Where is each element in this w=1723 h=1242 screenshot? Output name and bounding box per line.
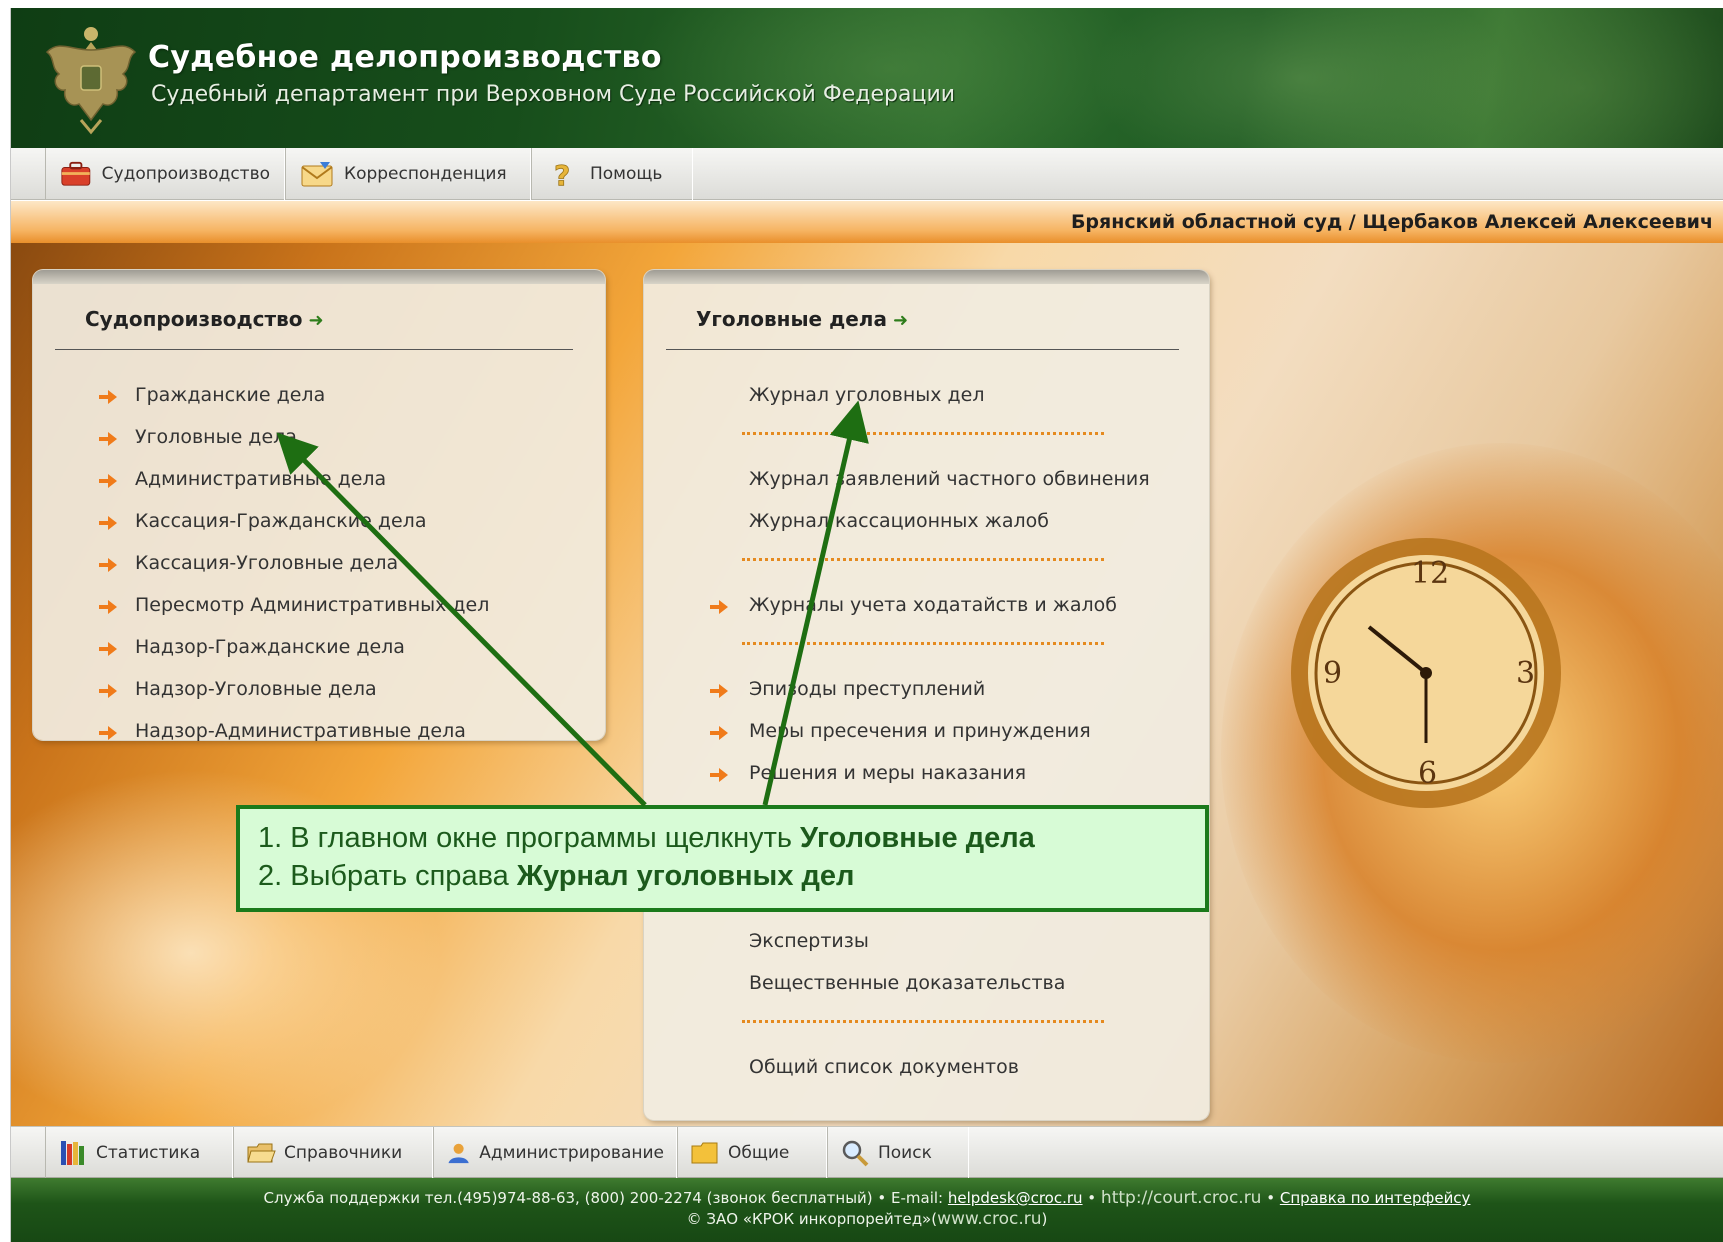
- toolbar-label: Статистика: [96, 1143, 201, 1163]
- arrow-right-icon: ➜: [308, 310, 324, 331]
- app-window: Судебное делопроизводство Судебный депар…: [10, 8, 1723, 1242]
- toolbar-button-references[interactable]: Справочники: [233, 1127, 433, 1179]
- orange-arrow-icon: [99, 684, 117, 698]
- menu-item-petitions-journals[interactable]: Журналы учета ходатайств и жалоб: [749, 594, 1117, 616]
- orange-arrow-icon: [99, 432, 117, 446]
- menu-item-administrative-cases[interactable]: Административные дела: [135, 468, 386, 490]
- menu-item-criminal-cases[interactable]: Уголовные дела: [135, 426, 297, 448]
- menu-item-cassation-criminal[interactable]: Кассация-Уголовные дела: [135, 552, 398, 574]
- site-link[interactable]: http://court.croc.ru: [1101, 1188, 1262, 1208]
- toolbar-button-correspondence[interactable]: Корреспонденция: [285, 148, 531, 200]
- briefcase-icon: [61, 161, 91, 186]
- arrow-right-icon: ➜: [892, 310, 909, 331]
- toolbar-button-statistics[interactable]: Статистика: [45, 1127, 233, 1179]
- interface-help-link[interactable]: Справка по интерфейсу: [1280, 1189, 1471, 1207]
- bottom-toolbar: Статистика Справочники Администрирование…: [11, 1126, 1723, 1179]
- pocket-watch-image: 12 3 6 9: [1291, 538, 1561, 808]
- toolbar-button-help[interactable]: ? Помощь: [531, 148, 693, 200]
- svg-text:6: 6: [1418, 756, 1437, 791]
- menu-item-expertises[interactable]: Экспертизы: [749, 930, 869, 952]
- orange-arrow-icon: [99, 726, 117, 740]
- toolbar-label: Справочники: [284, 1143, 403, 1163]
- main-area: 12 3 6 9 Судопроизводство ➜ Гражданские д…: [11, 243, 1723, 1133]
- footer: Служба поддержки тел.(495)974-88-63, (80…: [11, 1178, 1723, 1242]
- orange-arrow-icon: [99, 516, 117, 530]
- separator: [742, 558, 1104, 561]
- toolbar-label: Судопроизводство: [101, 164, 270, 184]
- orange-arrow-icon: [710, 726, 728, 740]
- instruction-step-2: 2. Выбрать справа Журнал уголовных дел: [258, 860, 855, 892]
- toolbar-label: Общие: [728, 1143, 790, 1163]
- svg-text:?: ?: [554, 159, 570, 189]
- toolbar-label: Администрирование: [479, 1143, 664, 1163]
- toolbar-label: Помощь: [590, 164, 663, 184]
- menu-item-crime-episodes[interactable]: Эпизоды преступлений: [749, 678, 985, 700]
- top-toolbar: Судопроизводство Корреспонденция ? Помощ…: [11, 148, 1723, 200]
- folder-icon: [691, 1142, 718, 1164]
- orange-arrow-icon: [710, 768, 728, 782]
- envelope-icon: [301, 162, 333, 187]
- books-icon: [61, 1141, 84, 1165]
- orange-arrow-icon: [99, 558, 117, 572]
- instruction-callout: 1. В главном окне программы щелкнуть Уго…: [236, 805, 1209, 912]
- support-email-link[interactable]: helpdesk@croc.ru: [948, 1189, 1083, 1207]
- company-site-link[interactable]: www.croc.ru: [937, 1209, 1041, 1229]
- orange-arrow-icon: [710, 684, 728, 698]
- panel-title: Уголовные дела ➜: [696, 307, 909, 331]
- toolbar-button-search[interactable]: Поиск: [827, 1127, 969, 1179]
- menu-item-documents-list[interactable]: Общий список документов: [749, 1056, 1019, 1078]
- menu-item-decisions-punishments[interactable]: Решения и меры наказания: [749, 762, 1026, 784]
- toolbar-button-general[interactable]: Общие: [677, 1127, 827, 1179]
- menu-item-civil-cases[interactable]: Гражданские дела: [135, 384, 325, 406]
- svg-text:3: 3: [1516, 656, 1535, 691]
- magnifier-icon: [842, 1140, 869, 1167]
- toolbar-button-administration[interactable]: Администрирование: [433, 1127, 677, 1179]
- toolbar-label: Корреспонденция: [344, 164, 507, 184]
- user-icon: [448, 1143, 469, 1164]
- copyright: © ЗАО «КРОК инкорпорейтед»(www.croc.ru): [686, 1209, 1048, 1229]
- toolbar-button-proceedings[interactable]: Судопроизводство: [45, 148, 285, 200]
- separator: [742, 1020, 1104, 1023]
- menu-item-supervision-civil[interactable]: Надзор-Гражданские дела: [135, 636, 405, 658]
- menu-item-review-administrative[interactable]: Пересмотр Административных дел: [135, 594, 489, 616]
- menu-item-cassation-complaints-journal[interactable]: Журнал кассационных жалоб: [749, 510, 1049, 532]
- question-icon: ?: [554, 159, 571, 189]
- orange-arrow-icon: [710, 600, 728, 614]
- folder-open-icon: [247, 1143, 276, 1163]
- support-info: Служба поддержки тел.(495)974-88-63, (80…: [263, 1188, 1471, 1208]
- menu-item-supervision-criminal[interactable]: Надзор-Уголовные дела: [135, 678, 377, 700]
- panel-title: Судопроизводство ➜: [85, 307, 324, 331]
- orange-arrow-icon: [99, 474, 117, 488]
- separator: [742, 642, 1104, 645]
- menu-item-private-prosecution-journal[interactable]: Журнал заявлений частного обвинения: [749, 468, 1150, 490]
- app-title: Судебное делопроизводство: [148, 40, 662, 75]
- proceedings-panel: Судопроизводство ➜ Гражданские дела Уголо…: [33, 270, 605, 742]
- instruction-step-1: 1. В главном окне программы щелкнуть Уго…: [258, 822, 1035, 854]
- coat-of-arms-logo: [45, 27, 137, 135]
- menu-item-material-evidence[interactable]: Вещественные доказательства: [749, 972, 1065, 994]
- orange-arrow-icon: [99, 390, 117, 404]
- orange-arrow-icon: [99, 642, 117, 656]
- user-bar: Брянский областной суд / Щербаков Алексе…: [11, 201, 1723, 243]
- separator: [742, 432, 1104, 435]
- criminal-cases-panel: Уголовные дела ➜ Журнал уголовных дел Жур…: [644, 270, 1209, 1120]
- court-user-info: Брянский областной суд / Щербаков Алексе…: [1070, 211, 1713, 233]
- svg-text:12: 12: [1411, 556, 1449, 591]
- app-subtitle: Судебный департамент при Верховном Суде …: [151, 82, 956, 107]
- app-header: Судебное делопроизводство Судебный депар…: [11, 8, 1723, 148]
- menu-item-criminal-journal[interactable]: Журнал уголовных дел: [749, 384, 985, 406]
- svg-text:9: 9: [1323, 656, 1342, 691]
- menu-item-restraint-measures[interactable]: Меры пресечения и принуждения: [749, 720, 1091, 742]
- menu-item-cassation-civil[interactable]: Кассация-Гражданские дела: [135, 510, 426, 532]
- toolbar-label: Поиск: [878, 1143, 932, 1163]
- orange-arrow-icon: [99, 600, 117, 614]
- menu-item-supervision-administrative[interactable]: Надзор-Административные дела: [135, 720, 466, 742]
